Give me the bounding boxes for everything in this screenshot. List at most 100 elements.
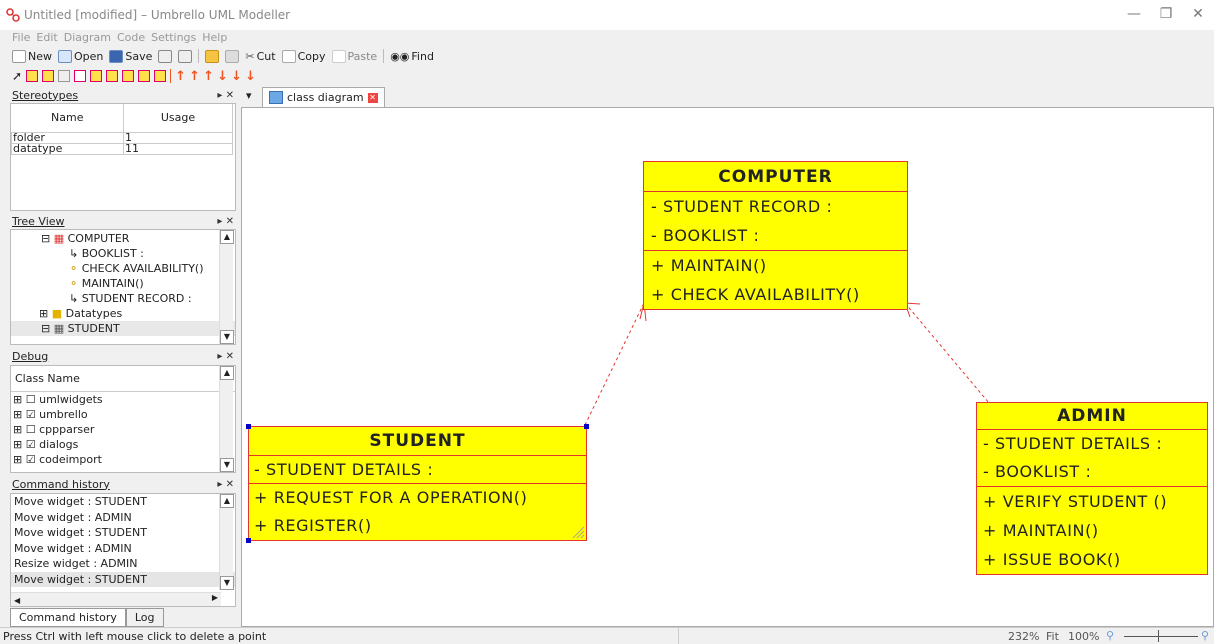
menu-help[interactable]: Help — [202, 31, 227, 44]
menu-edit[interactable]: Edit — [36, 31, 57, 44]
dependency-tool-icon[interactable]: ↑ — [189, 69, 200, 84]
operation[interactable]: + MAINTAIN() — [644, 251, 907, 280]
component-tool-icon[interactable] — [106, 70, 119, 82]
cut-button[interactable]: ✂ Cut — [245, 50, 275, 63]
panel-float-close-icon[interactable]: ▸ ✕ — [217, 90, 234, 101]
generalization-tool-icon[interactable]: ↑ — [203, 69, 214, 84]
debug-item-cppparser[interactable]: ⊞ ☐ cppparser — [13, 422, 235, 437]
dependency-line-admin-computer[interactable] — [904, 302, 990, 404]
redo-icon[interactable] — [225, 49, 240, 63]
scroll-up-icon[interactable]: ▲ — [220, 494, 234, 508]
panel-float-close-icon[interactable]: ▸ ✕ — [217, 216, 234, 227]
operation[interactable]: + VERIFY STUDENT () — [977, 487, 1207, 516]
fit-button[interactable]: Fit — [1046, 630, 1059, 643]
debug-item-codeimport[interactable]: ⊞ ☑ codeimport — [13, 452, 235, 467]
selection-handle[interactable] — [584, 424, 589, 429]
close-button[interactable]: ✕ — [1188, 6, 1208, 24]
open-button[interactable]: Open — [58, 49, 103, 63]
menu-diagram[interactable]: Diagram — [64, 31, 111, 44]
history-item-selected[interactable]: Move widget : STUDENT — [11, 571, 235, 587]
copy-button[interactable]: Copy — [281, 49, 326, 63]
object-tool-icon[interactable] — [154, 70, 167, 82]
column-header-usage[interactable]: Usage — [123, 104, 233, 133]
interface-tool-icon[interactable] — [42, 70, 55, 82]
class-admin[interactable]: ADMIN - STUDENT DETAILS : - BOOKLIST : +… — [976, 402, 1208, 575]
new-diagram-icon[interactable]: ▾ — [246, 89, 260, 105]
tab-class-diagram[interactable]: class diagram ✕ — [262, 87, 385, 107]
operation[interactable]: + REGISTER() — [249, 512, 586, 540]
minimize-button[interactable]: — — [1124, 6, 1144, 24]
menu-file[interactable]: File — [12, 31, 30, 44]
debug-item-dialogs[interactable]: ⊞ ☑ dialogs — [13, 437, 235, 452]
attribute[interactable]: - STUDENT RECORD : — [644, 192, 907, 221]
zoom-out-icon[interactable]: ⚲ — [1106, 629, 1114, 642]
zoom-slider-handle[interactable] — [1158, 630, 1159, 642]
composition-tool-icon[interactable]: ↓ — [231, 69, 242, 84]
zoom-100-button[interactable]: 100% — [1068, 630, 1099, 643]
attribute[interactable]: - BOOKLIST : — [644, 221, 907, 250]
scroll-right-icon[interactable]: ▶ — [212, 593, 218, 602]
tab-command-history[interactable]: Command history — [10, 608, 126, 627]
close-tab-icon[interactable]: ✕ — [367, 92, 378, 103]
scroll-down-icon[interactable]: ▼ — [220, 576, 234, 590]
class-student[interactable]: STUDENT - STUDENT DETAILS : + REQUEST FO… — [246, 424, 589, 543]
entity-tool-icon[interactable] — [122, 70, 135, 82]
history-item[interactable]: Move widget : ADMIN — [11, 510, 235, 526]
scroll-up-icon[interactable]: ▲ — [220, 366, 234, 380]
tree-item-maintain[interactable]: ⚬ MAINTAIN() — [11, 276, 235, 291]
save-button[interactable]: Save — [109, 49, 152, 63]
debug-item-umbrello[interactable]: ⊞ ☑ umbrello — [13, 407, 235, 422]
operation[interactable]: + REQUEST FOR A OPERATION() — [249, 484, 586, 512]
column-header-name[interactable]: Name — [11, 104, 124, 133]
tab-log[interactable]: Log — [125, 608, 164, 627]
class-tool-icon[interactable] — [26, 70, 39, 82]
tree-item-student[interactable]: ⊟ ▦ STUDENT — [11, 321, 235, 336]
datatype-tool-icon[interactable] — [58, 70, 71, 82]
attribute[interactable]: - STUDENT DETAILS : — [977, 430, 1207, 458]
operation[interactable]: + ISSUE BOOK() — [977, 545, 1207, 574]
maximize-button[interactable]: ❐ — [1156, 6, 1176, 24]
tree-item-student-record[interactable]: ↳ STUDENT RECORD : — [11, 291, 235, 306]
table-row[interactable]: datatype 11 — [11, 142, 233, 155]
paste-button[interactable]: Paste — [331, 49, 377, 63]
history-item[interactable]: Move widget : STUDENT — [11, 494, 235, 510]
template-tool-icon[interactable] — [138, 70, 151, 82]
resize-grip-icon[interactable] — [571, 525, 585, 539]
scroll-up-icon[interactable]: ▲ — [220, 230, 234, 244]
history-item[interactable]: Move widget : ADMIN — [11, 541, 235, 557]
scroll-down-icon[interactable]: ▼ — [220, 458, 234, 472]
tree-item-check-availability[interactable]: ⚬ CHECK AVAILABILITY() — [11, 261, 235, 276]
checkbox-unchecked[interactable]: ☐ — [26, 423, 36, 436]
debug-item-umlwidgets[interactable]: ⊞ ☐ umlwidgets — [13, 392, 235, 407]
tree-item-booklist[interactable]: ↳ BOOKLIST : — [11, 246, 235, 261]
checkbox-checked[interactable]: ☑ — [26, 438, 36, 451]
tree-item-computer[interactable]: ⊟ ▦ COMPUTER — [11, 231, 235, 246]
checkbox-checked[interactable]: ☑ — [26, 408, 36, 421]
scroll-down-icon[interactable]: ▼ — [220, 330, 234, 344]
history-scrollbar[interactable]: ▲ ▼ — [219, 494, 234, 590]
dependency-line-student-computer[interactable] — [584, 302, 645, 426]
tree-scrollbar[interactable]: ▲ ▼ — [219, 230, 234, 344]
attribute[interactable]: - BOOKLIST : — [977, 458, 1207, 486]
debug-column-header[interactable]: Class Name — [11, 366, 235, 392]
undo-icon[interactable] — [205, 49, 220, 63]
diagram-canvas[interactable]: COMPUTER - STUDENT RECORD : - BOOKLIST :… — [241, 107, 1214, 627]
scroll-left-icon[interactable]: ◀ — [11, 596, 20, 605]
debug-scrollbar[interactable]: ▲ ▼ — [219, 366, 234, 472]
menu-code[interactable]: Code — [117, 31, 145, 44]
zoom-in-icon[interactable]: ⚲ — [1201, 629, 1209, 642]
association-tool-icon[interactable]: ↑ — [175, 69, 186, 84]
print-icon[interactable] — [158, 49, 173, 63]
aggregation-tool-icon[interactable]: ↓ — [217, 69, 228, 84]
operation[interactable]: + CHECK AVAILABILITY() — [644, 280, 907, 309]
panel-float-close-icon[interactable]: ▸ ✕ — [217, 479, 234, 490]
selection-handle[interactable] — [246, 424, 251, 429]
history-horizontal-scrollbar[interactable]: ◀ ▶ — [11, 592, 221, 606]
package-tool-icon[interactable] — [90, 70, 103, 82]
tree-item-datatypes[interactable]: ⊞ ■ Datatypes — [11, 306, 235, 321]
operation[interactable]: + MAINTAIN() — [977, 516, 1207, 545]
containment-tool-icon[interactable]: ↓ — [245, 69, 256, 84]
history-item[interactable]: Resize widget : ADMIN — [11, 556, 235, 572]
new-button[interactable]: New — [12, 49, 52, 63]
class-computer[interactable]: COMPUTER - STUDENT RECORD : - BOOKLIST :… — [643, 161, 908, 310]
